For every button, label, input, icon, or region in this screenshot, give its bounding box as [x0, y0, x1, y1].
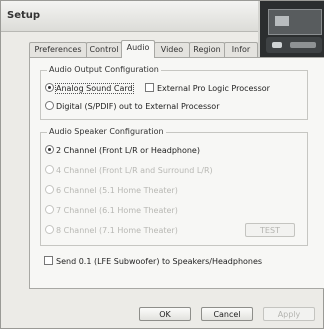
apply-button: Apply [263, 307, 315, 321]
speaker-option-label: 4 Channel (Front L/R and Surround L/R) [56, 166, 213, 175]
cancel-button[interactable]: Cancel [201, 307, 253, 321]
speaker-option-label: 6 Channel (5.1 Home Theater) [56, 186, 178, 195]
radio-icon [45, 225, 54, 234]
radio-selected-icon[interactable] [45, 83, 54, 92]
send-lfe-option[interactable]: Send 0.1 (LFE Subwoofer) to Speakers/Hea… [44, 256, 262, 268]
test-button: TEST [245, 223, 295, 237]
send-lfe-label: Send 0.1 (LFE Subwoofer) to Speakers/Hea… [56, 257, 263, 266]
window-title: Setup [7, 10, 41, 21]
tab-video[interactable]: Video [154, 42, 190, 57]
speaker-option-label: 8 Channel (7.1 Home Theater) [56, 226, 178, 235]
audio-output-group: Audio Output Configuration Analog Sound … [40, 65, 308, 120]
radio-selected-icon[interactable] [45, 145, 54, 154]
tab-region[interactable]: Region [189, 42, 225, 57]
speaker-option-4ch: 4 Channel (Front L/R and Surround L/R) [45, 165, 213, 177]
audio-speaker-group: Audio Speaker Configuration 2 Channel (F… [40, 127, 308, 246]
ok-button[interactable]: OK [139, 307, 191, 321]
radio-icon [45, 185, 54, 194]
audio-output-legend: Audio Output Configuration [47, 65, 161, 74]
tab-control[interactable]: Control [86, 42, 122, 57]
device-graphic [266, 37, 322, 53]
audio-tab-panel: Audio Output Configuration Analog Sound … [29, 57, 324, 289]
external-pro-logic-label: External Pro Logic Processor [157, 84, 270, 93]
tab-audio[interactable]: Audio [121, 40, 155, 58]
radio-icon [45, 165, 54, 174]
speaker-option-label: 2 Channel (Front L/R or Headphone) [56, 146, 200, 155]
device-thumbnail-image [258, 1, 324, 59]
digital-spdif-label: Digital (S/PDIF) out to External Process… [56, 102, 220, 111]
radio-icon[interactable] [45, 101, 54, 110]
speaker-option-6ch: 6 Channel (5.1 Home Theater) [45, 185, 178, 197]
checkbox-icon[interactable] [145, 83, 154, 92]
audio-speaker-legend: Audio Speaker Configuration [47, 127, 166, 136]
digital-spdif-option[interactable]: Digital (S/PDIF) out to External Process… [45, 101, 219, 113]
speaker-option-2ch[interactable]: 2 Channel (Front L/R or Headphone) [45, 145, 200, 157]
tab-information[interactable]: Infor [224, 42, 258, 57]
radio-icon [45, 205, 54, 214]
speaker-option-label: 7 Channel (6.1 Home Theater) [56, 206, 178, 215]
analog-sound-card-option[interactable]: Analog Sound Card [45, 83, 134, 95]
analog-sound-card-label: Analog Sound Card [55, 83, 134, 94]
screen-graphic [268, 9, 322, 35]
setup-window: Setup Preferences Control Audio Video Re… [0, 0, 324, 329]
speaker-option-7ch: 7 Channel (6.1 Home Theater) [45, 205, 178, 217]
tab-preferences[interactable]: Preferences [29, 42, 87, 57]
external-pro-logic-option[interactable]: External Pro Logic Processor [145, 83, 270, 95]
speaker-option-8ch: 8 Channel (7.1 Home Theater) [45, 225, 178, 237]
checkbox-icon[interactable] [44, 256, 53, 265]
